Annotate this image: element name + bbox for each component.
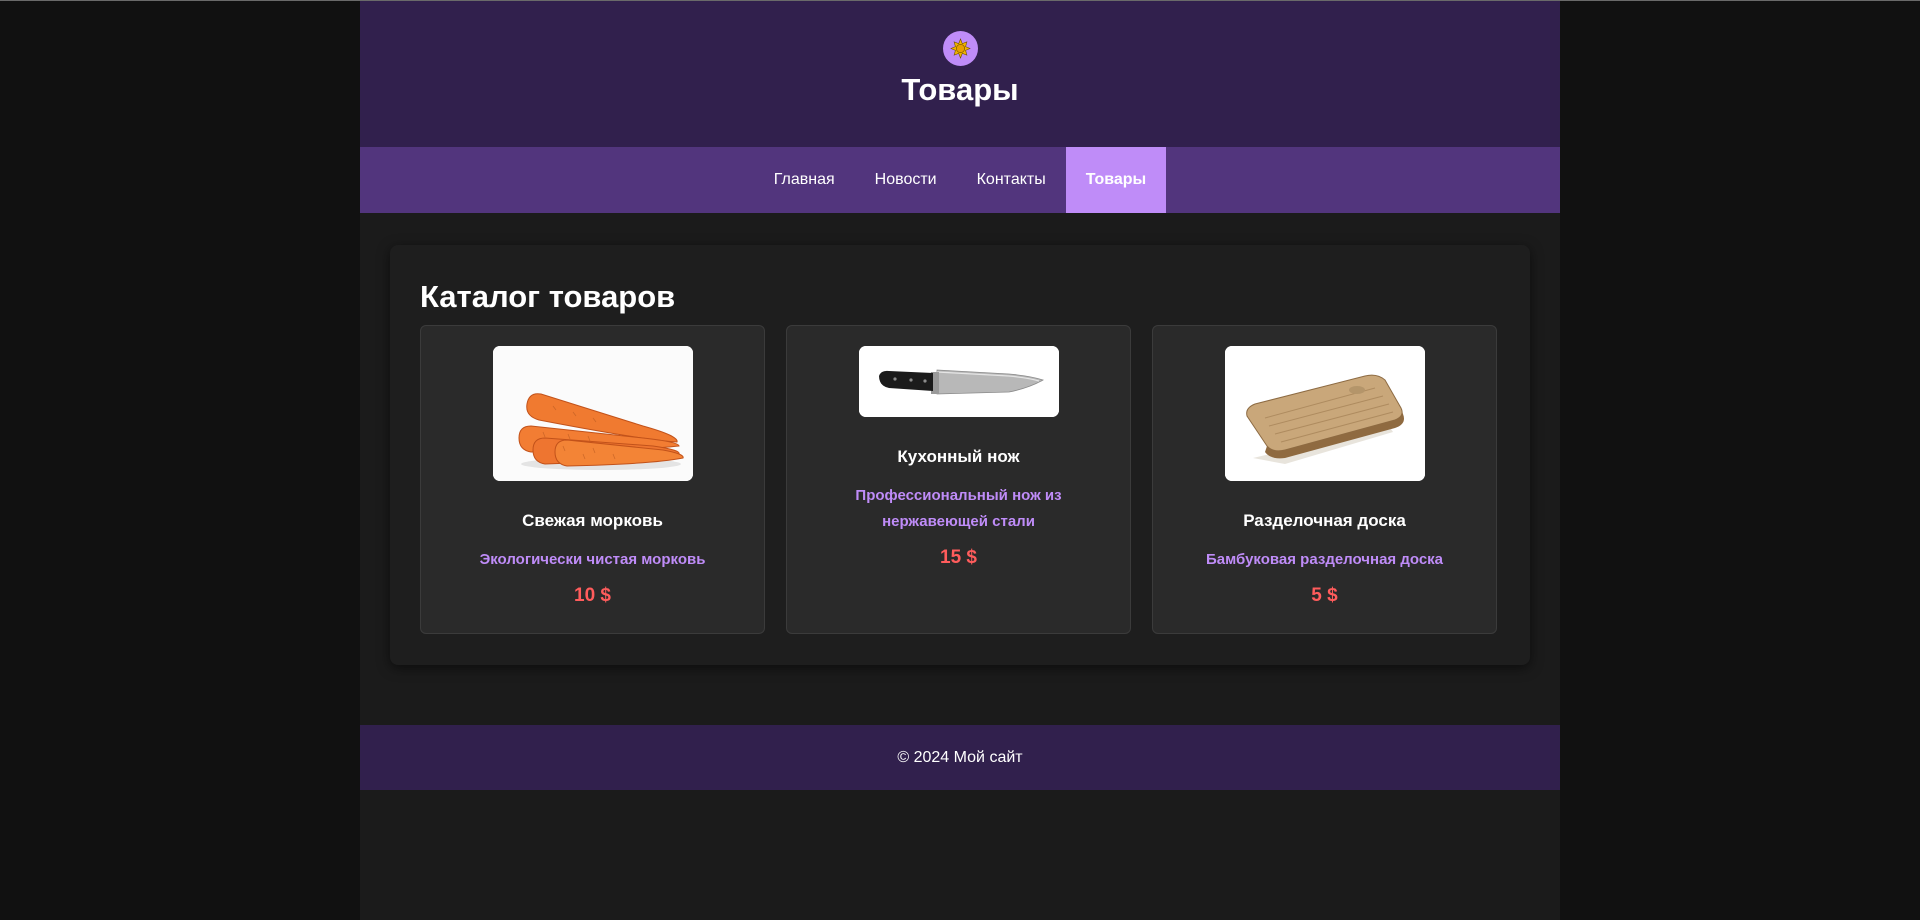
product-price: 5 $ (1311, 585, 1338, 606)
product-price: 15 $ (940, 547, 977, 568)
product-card: Разделочная доска Бамбуковая разделочная… (1152, 325, 1497, 634)
product-description: Профессиональный нож из нержавеющей стал… (855, 487, 1062, 530)
product-list: Свежая морковь Экологически чистая морко… (420, 325, 1500, 636)
site-header: Товары (360, 1, 1560, 147)
product-price: 10 $ (574, 585, 611, 606)
product-name: Разделочная доска (1243, 511, 1406, 530)
page: Товары Главная Новости Контакты Товары К… (360, 1, 1560, 920)
product-description: Экологически чистая морковь (479, 551, 706, 568)
product-card: Свежая морковь Экологически чистая морко… (420, 325, 765, 634)
product-card: Кухонный нож Профессиональный нож из нер… (786, 325, 1131, 634)
nav-item-home[interactable]: Главная (754, 147, 855, 213)
nav-item-contacts[interactable]: Контакты (957, 147, 1066, 213)
cutting-board-photo (1224, 346, 1425, 481)
carrots-photo (492, 346, 693, 481)
main-nav: Главная Новости Контакты Товары (360, 147, 1560, 213)
catalog-section: Каталог товаров Свежая морковь Экологиче… (390, 245, 1530, 665)
kitchen-knife-photo (858, 346, 1059, 417)
catalog-title: Каталог товаров (420, 279, 676, 314)
nav-item-news[interactable]: Новости (855, 147, 957, 213)
footer-text: © 2024 Мой сайт (897, 748, 1023, 766)
page-title: Товары (901, 72, 1019, 107)
product-name: Свежая морковь (522, 511, 663, 530)
nav-item-products[interactable]: Товары (1065, 147, 1167, 213)
site-footer: © 2024 Мой сайт (360, 725, 1560, 790)
product-description: Бамбуковая разделочная доска (1205, 551, 1444, 568)
product-name: Кухонный нож (897, 447, 1020, 466)
sun-flower-icon (942, 31, 978, 66)
